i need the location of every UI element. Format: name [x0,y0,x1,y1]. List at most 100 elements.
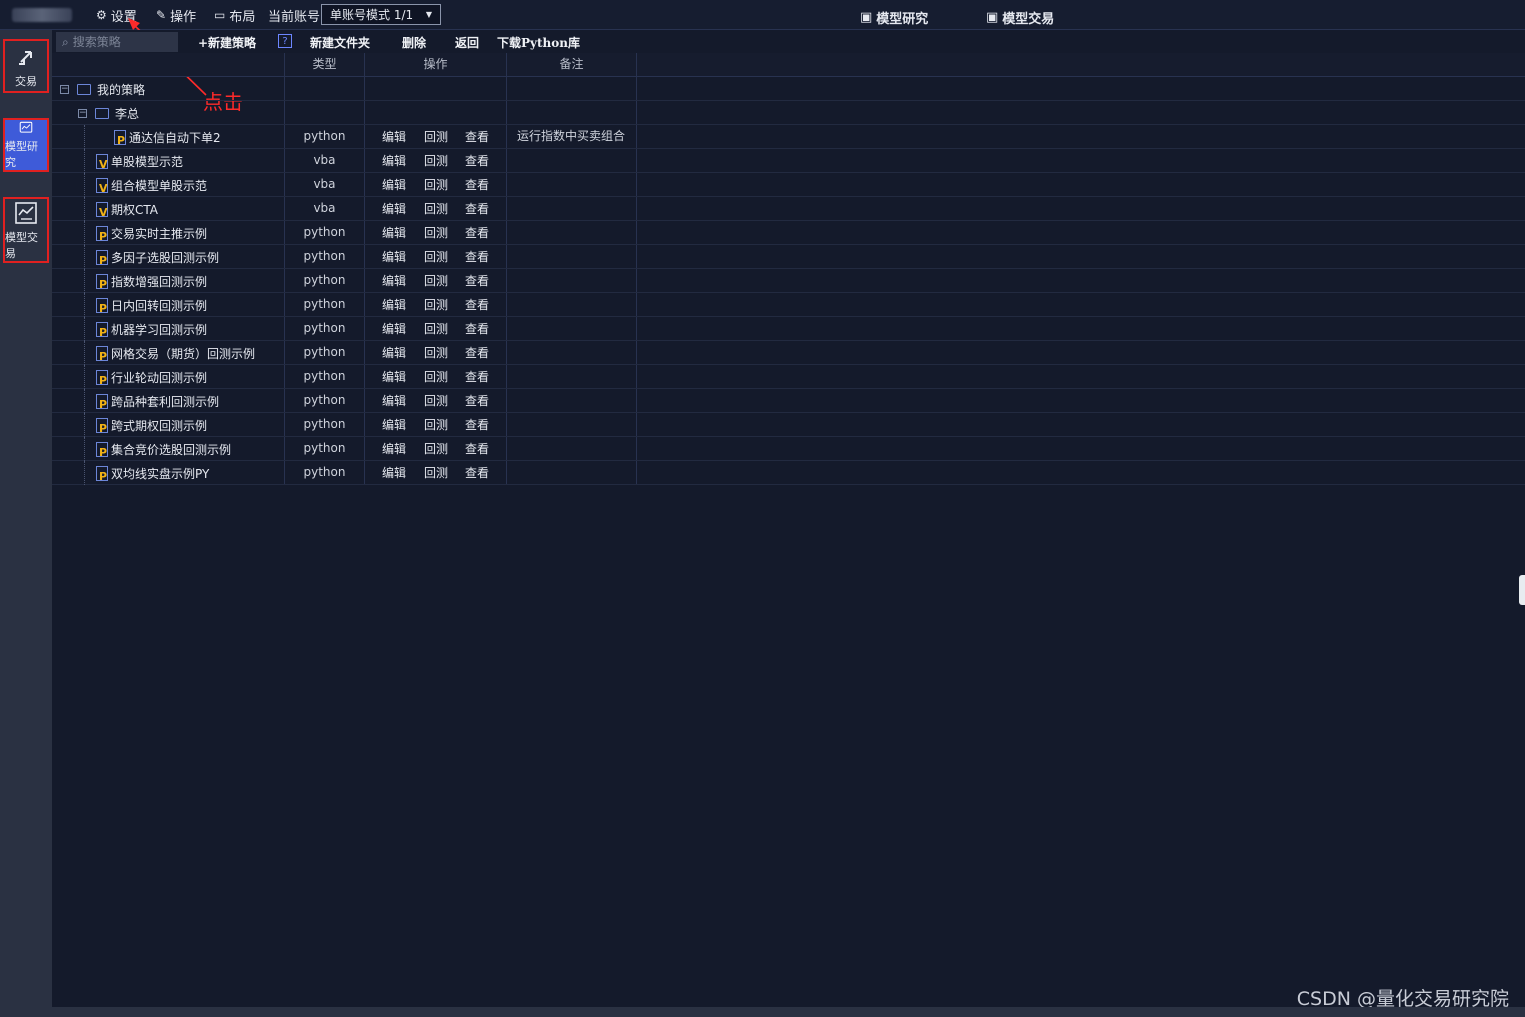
left-sidebar: 交易 模型研究 模型交易 [0,30,52,1007]
backtest-button[interactable]: 回测 [424,272,448,289]
backtest-button[interactable]: 回测 [424,152,448,169]
table-row[interactable]: P 交易实时主推示例 python 编辑 回测 查看 [52,221,1525,245]
header-type: 类型 [285,53,365,76]
backtest-button[interactable]: 回测 [424,200,448,217]
trade-arrows-icon [19,50,32,65]
backtest-button[interactable]: 回测 [424,176,448,193]
collapse-icon[interactable]: − [78,108,87,118]
strategy-type: python [285,461,365,484]
edit-button[interactable]: 编辑 [382,128,406,145]
table-row[interactable]: P 通达信自动下单2 python 编辑 回测 查看 运行指数中买卖组合 [52,125,1525,149]
backtest-button[interactable]: 回测 [424,128,448,145]
backtest-button[interactable]: 回测 [424,296,448,313]
edit-button[interactable]: 编辑 [382,248,406,265]
edit-button[interactable]: 编辑 [382,416,406,433]
script-file-icon: V [96,153,108,171]
app-logo [12,8,72,22]
backtest-button[interactable]: 回测 [424,416,448,433]
view-button[interactable]: 查看 [465,152,489,169]
edit-button[interactable]: 编辑 [382,200,406,217]
search-input[interactable] [72,35,163,49]
back-button[interactable]: 返回 [455,34,479,51]
table-row[interactable]: P 网格交易（期货）回测示例 python 编辑 回测 查看 [52,341,1525,365]
view-button[interactable]: 查看 [465,224,489,241]
view-button[interactable]: 查看 [465,128,489,145]
backtest-button[interactable]: 回测 [424,464,448,481]
view-button[interactable]: 查看 [465,392,489,409]
collapse-icon[interactable]: − [60,84,69,94]
table-row[interactable]: P 机器学习回测示例 python 编辑 回测 查看 [52,317,1525,341]
strategy-type: python [285,437,365,460]
backtest-button[interactable]: 回测 [424,344,448,361]
view-button[interactable]: 查看 [465,200,489,217]
strategy-note [507,149,637,172]
download-python-button[interactable]: 下载Python库 [497,34,580,51]
delete-button[interactable]: 删除 [402,34,426,51]
strategy-name: 集合竞价选股回测示例 [111,442,232,457]
strategy-name: 组合模型单股示范 [111,178,208,193]
table-row[interactable]: P 多因子选股回测示例 python 编辑 回测 查看 [52,245,1525,269]
edit-button[interactable]: 编辑 [382,344,406,361]
script-file-icon: P [96,369,108,387]
edit-button[interactable]: 编辑 [382,320,406,337]
sidebar-item-model-trade[interactable]: 模型交易 [3,197,49,263]
table-row[interactable]: V 期权CTA vba 编辑 回测 查看 [52,197,1525,221]
table-row[interactable]: V 单股模型示范 vba 编辑 回测 查看 [52,149,1525,173]
folder-row-sub[interactable]: − 李总 [52,101,1525,125]
edit-button[interactable]: 编辑 [382,440,406,457]
strategy-type: python [285,341,365,364]
edit-button[interactable]: 编辑 [382,368,406,385]
account-mode-select[interactable]: 单账号模式 1/1 ▼ [321,4,441,25]
table-row[interactable]: P 指数增强回测示例 python 编辑 回测 查看 [52,269,1525,293]
view-button[interactable]: 查看 [465,464,489,481]
new-folder-button[interactable]: 新建文件夹 [310,34,370,51]
script-file-icon: P [96,465,108,483]
edit-button[interactable]: 编辑 [382,152,406,169]
edit-button[interactable]: 编辑 [382,224,406,241]
script-file-icon: P [96,441,108,459]
edit-button[interactable]: 编辑 [382,272,406,289]
backtest-button[interactable]: 回测 [424,440,448,457]
table-row[interactable]: P 双均线实盘示例PY python 编辑 回测 查看 [52,461,1525,485]
table-row[interactable]: V 组合模型单股示范 vba 编辑 回测 查看 [52,173,1525,197]
table-row[interactable]: P 集合竞价选股回测示例 python 编辑 回测 查看 [52,437,1525,461]
new-strategy-button[interactable]: +新建策略 [198,34,256,51]
view-button[interactable]: 查看 [465,176,489,193]
backtest-button[interactable]: 回测 [424,392,448,409]
table-row[interactable]: P 日内回转回测示例 python 编辑 回测 查看 [52,293,1525,317]
strategy-note [507,269,637,292]
script-file-icon: P [96,321,108,339]
table-row[interactable]: P 跨式期权回测示例 python 编辑 回测 查看 [52,413,1525,437]
table-row[interactable]: P 跨品种套利回测示例 python 编辑 回测 查看 [52,389,1525,413]
table-row[interactable]: P 行业轮动回测示例 python 编辑 回测 查看 [52,365,1525,389]
edit-button[interactable]: 编辑 [382,464,406,481]
folder-row-root[interactable]: − 我的策略 [52,77,1525,101]
view-button[interactable]: 查看 [465,344,489,361]
strategy-note [507,197,637,220]
edit-button[interactable]: 编辑 [382,392,406,409]
backtest-button[interactable]: 回测 [424,368,448,385]
sidebar-item-trade[interactable]: 交易 [3,39,49,93]
backtest-button[interactable]: 回测 [424,224,448,241]
edit-button[interactable]: 编辑 [382,176,406,193]
view-button[interactable]: 查看 [465,248,489,265]
help-icon[interactable]: ? [278,34,292,48]
view-button[interactable]: 查看 [465,416,489,433]
view-button[interactable]: 查看 [465,296,489,313]
strategy-type: python [285,413,365,436]
view-button[interactable]: 查看 [465,440,489,457]
sidebar-item-research[interactable]: 模型研究 [3,118,49,172]
script-file-icon: P [114,129,126,147]
backtest-button[interactable]: 回测 [424,320,448,337]
view-button[interactable]: 查看 [465,272,489,289]
model-trade-icon [15,201,37,224]
script-file-icon: P [96,273,108,291]
nav-model-trade[interactable]: ▣ 模型交易 [986,8,1054,27]
nav-model-research[interactable]: ▣ 模型研究 [860,8,928,27]
backtest-button[interactable]: 回测 [424,248,448,265]
edit-button[interactable]: 编辑 [382,296,406,313]
view-button[interactable]: 查看 [465,320,489,337]
view-button[interactable]: 查看 [465,368,489,385]
scrollbar-handle[interactable] [1519,575,1525,605]
strategy-note [507,245,637,268]
